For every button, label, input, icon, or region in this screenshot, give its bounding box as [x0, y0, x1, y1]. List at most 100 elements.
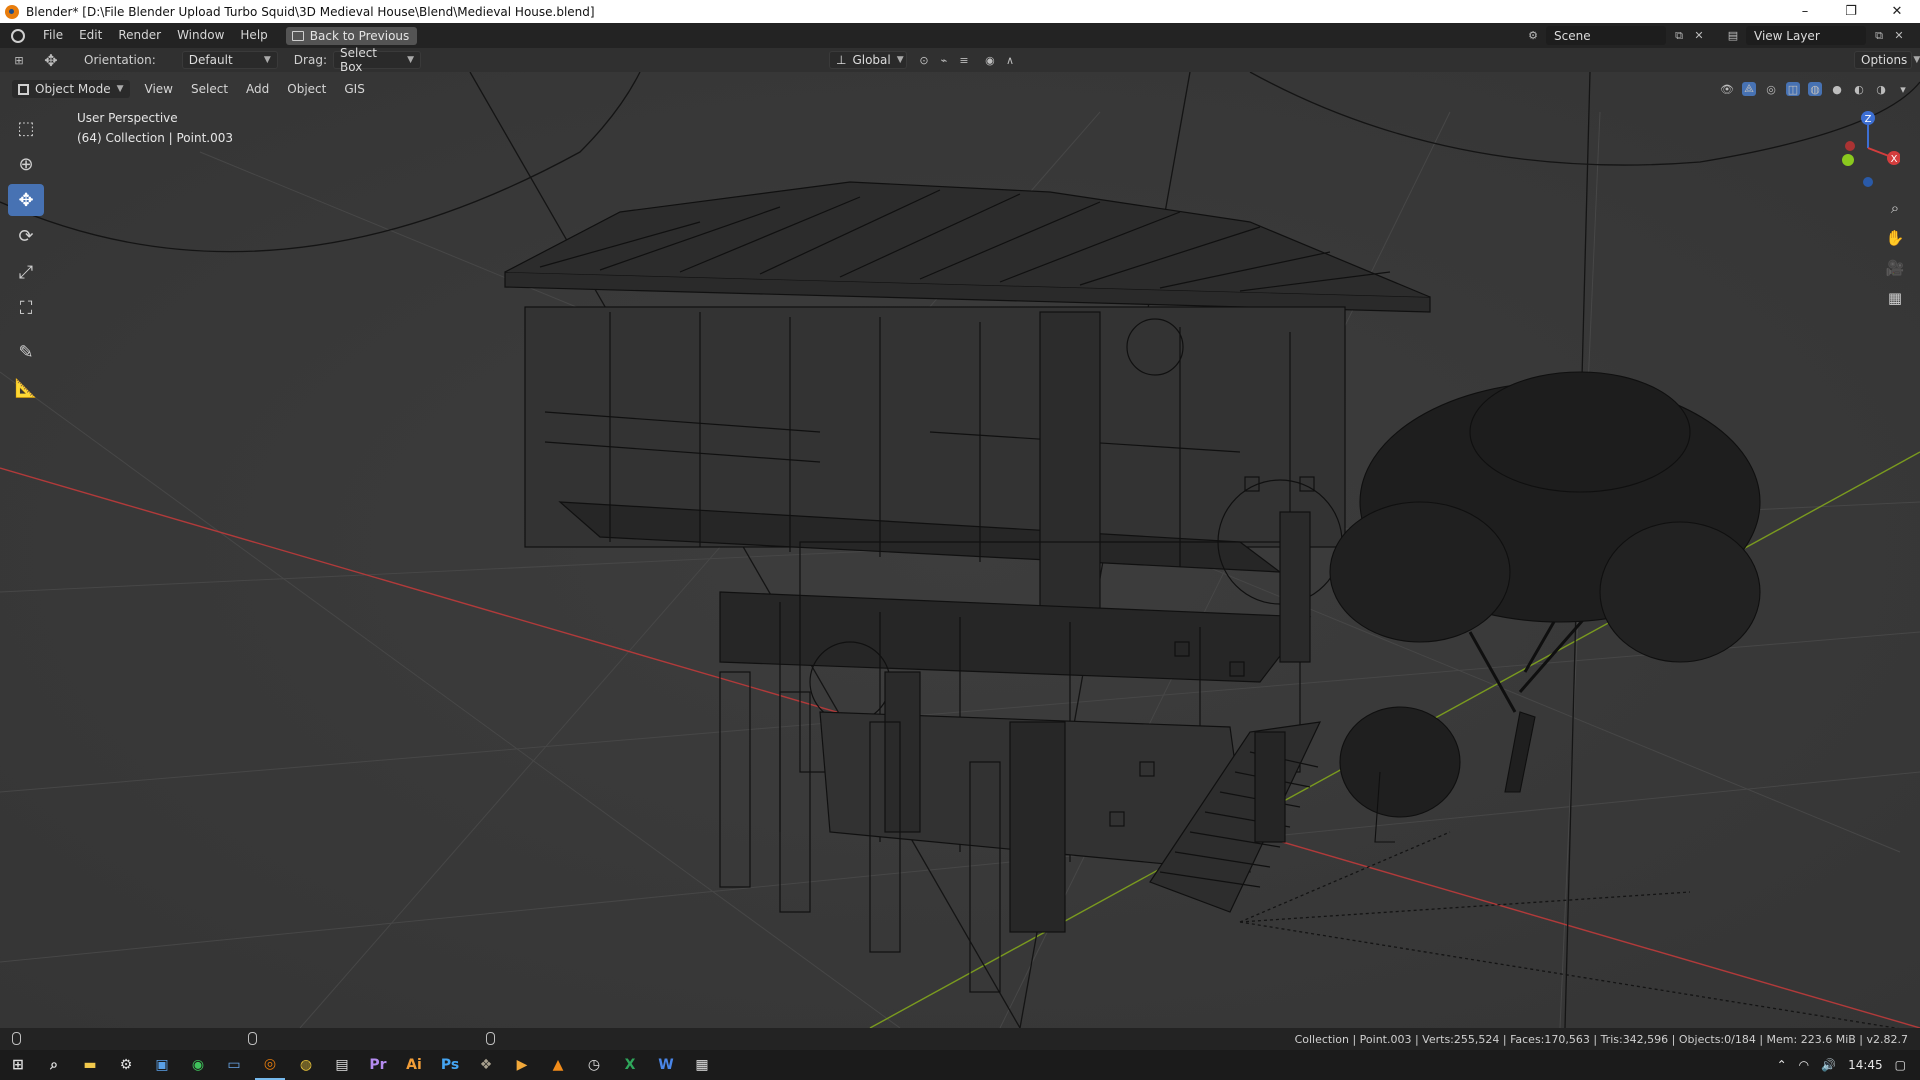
blender-icon[interactable]: ◎	[255, 1050, 285, 1080]
premiere-icon[interactable]: Pr	[363, 1050, 393, 1080]
menu-window[interactable]: Window	[169, 23, 232, 48]
axis-orientation-icon: ⊥	[835, 53, 847, 67]
new-view-layer-icon[interactable]: ⧉	[1872, 29, 1886, 43]
tray-expand-icon[interactable]: ⌃	[1777, 1058, 1787, 1072]
clock-icon[interactable]: ◷	[579, 1050, 609, 1080]
view-layer-field[interactable]: View Layer	[1746, 26, 1866, 45]
word-icon[interactable]: W	[651, 1050, 681, 1080]
start-icon[interactable]: ⊞	[3, 1050, 33, 1080]
menu-file[interactable]: File	[35, 23, 71, 48]
blender-topbar: File Edit Render Window Help Back to Pre…	[0, 23, 1920, 48]
transform-orientation-dropdown[interactable]: ⊥ Global ▼	[828, 51, 907, 69]
menu-help[interactable]: Help	[232, 23, 275, 48]
collection-info-label: (64) Collection | Point.003	[77, 131, 233, 145]
minimize-button[interactable]: –	[1782, 0, 1828, 23]
viewport-shading-controls: 👁 ⟁ ◎ ◫ ◍ ● ◐ ◑ ▾	[1720, 82, 1910, 96]
search-icon[interactable]: ⌕	[39, 1050, 69, 1080]
clock-time[interactable]: 14:45	[1848, 1058, 1883, 1072]
pivot-point-icon[interactable]: ⊙	[917, 53, 931, 67]
rendered-shading-icon[interactable]: ◑	[1874, 82, 1888, 96]
orientation-label: Orientation:	[84, 53, 156, 67]
move-tool[interactable]: ✥	[8, 184, 44, 216]
back-to-previous-button[interactable]: Back to Previous	[285, 26, 418, 45]
blender-app-icon	[5, 4, 19, 19]
mouse-right-icon	[486, 1032, 495, 1045]
taskview-icon[interactable]: ▭	[219, 1050, 249, 1080]
settings-icon[interactable]: ⚙	[111, 1050, 141, 1080]
cursor-tool[interactable]: ⊕	[8, 148, 44, 180]
xray-toggle-icon[interactable]: ◫	[1786, 82, 1800, 96]
rotate-tool[interactable]: ⟳	[8, 220, 44, 252]
proportional-edit-icon[interactable]: ◉	[983, 53, 997, 67]
windows-taskbar: ⊞ ⌕ ▬ ⚙ ▣ ◉ ▭ ◎ ◍ ▤ Pr Ai Ps ❖ ▶ ▲ ◷ X W…	[0, 1050, 1920, 1080]
new-scene-icon[interactable]: ⧉	[1672, 29, 1686, 43]
solid-shading-icon[interactable]: ●	[1830, 82, 1844, 96]
window-title: Blender* [D:\File Blender Upload Turbo S…	[26, 4, 595, 19]
falloff-icon[interactable]: ∧	[1003, 53, 1017, 67]
excel-icon[interactable]: X	[615, 1050, 645, 1080]
snap-icon[interactable]: ⌁	[937, 53, 951, 67]
viewport-menu-add[interactable]: Add	[237, 82, 278, 96]
snap-settings-icon[interactable]: ≡	[957, 53, 971, 67]
transform-tool[interactable]: ⛶	[8, 292, 44, 324]
whatsapp-icon[interactable]: ◉	[183, 1050, 213, 1080]
volume-icon[interactable]: 🔊	[1821, 1058, 1836, 1072]
scale-tool[interactable]: ⤢	[8, 256, 44, 288]
menu-edit[interactable]: Edit	[71, 23, 110, 48]
gizmo-toggle-icon[interactable]: ⟁	[1742, 82, 1756, 96]
options-dropdown[interactable]: Options ▼	[1854, 51, 1920, 69]
editor-type-icon[interactable]: ⊞	[12, 53, 26, 67]
navigation-gizmo[interactable]: Z X	[1820, 108, 1900, 198]
view-layer-icon[interactable]: ▤	[1726, 29, 1740, 43]
notification-icon[interactable]: ▢	[1895, 1058, 1906, 1072]
annotate-tool[interactable]: ✎	[8, 336, 44, 368]
calculator-icon[interactable]: ▣	[147, 1050, 177, 1080]
visibility-icon[interactable]: 👁	[1720, 82, 1734, 96]
object-mode-dropdown[interactable]: Object Mode ▼	[12, 80, 130, 98]
close-button[interactable]: ✕	[1874, 0, 1920, 23]
orientation-dropdown[interactable]: Default ▼	[181, 51, 278, 69]
terminal-icon[interactable]: ▤	[327, 1050, 357, 1080]
delete-view-layer-icon[interactable]: ✕	[1892, 29, 1906, 43]
object-mode-icon	[18, 83, 29, 95]
camera-view-icon[interactable]: 🎥	[1884, 257, 1906, 279]
media-icon[interactable]: ▶	[507, 1050, 537, 1080]
tool-shelf: ⬚ ⊕ ✥ ⟳ ⤢ ⛶ ✎ 📐	[8, 112, 44, 408]
viewport-menu-gis[interactable]: GIS	[335, 82, 373, 96]
material-shading-icon[interactable]: ◐	[1852, 82, 1866, 96]
photoshop-icon[interactable]: Ps	[435, 1050, 465, 1080]
viewport-menu-select[interactable]: Select	[182, 82, 237, 96]
zoom-icon[interactable]: ⌕	[1884, 197, 1906, 219]
z-axis-label: Z	[1865, 114, 1872, 125]
3d-viewport[interactable]: ⬚ ⊕ ✥ ⟳ ⤢ ⛶ ✎ 📐 User Perspective (64) Co…	[0, 72, 1920, 1028]
blender-logo-icon[interactable]	[11, 28, 25, 43]
hand-pan-icon[interactable]: ✋	[1884, 227, 1906, 249]
viewport-menu-object[interactable]: Object	[278, 82, 335, 96]
shading-options-icon[interactable]: ▾	[1896, 82, 1910, 96]
delete-scene-icon[interactable]: ✕	[1692, 29, 1706, 43]
scene-name-field[interactable]: Scene	[1546, 26, 1666, 45]
measure-tool[interactable]: 📐	[8, 372, 44, 404]
scene-icon[interactable]: ⚙	[1526, 29, 1540, 43]
network-app-icon[interactable]: ▦	[687, 1050, 717, 1080]
gimp-icon[interactable]: ❖	[471, 1050, 501, 1080]
wifi-icon[interactable]: ◠	[1799, 1058, 1809, 1072]
transform-orientation-value: Global	[852, 53, 891, 67]
menu-render[interactable]: Render	[110, 23, 169, 48]
file-explorer-icon[interactable]: ▬	[75, 1050, 105, 1080]
maximize-button[interactable]: ❐	[1828, 0, 1874, 23]
select-box-tool[interactable]: ⬚	[8, 112, 44, 144]
chevron-down-icon: ▼	[263, 55, 271, 65]
wireframe-shading-icon[interactable]: ◍	[1808, 82, 1822, 96]
chrome-icon[interactable]: ◍	[291, 1050, 321, 1080]
toolbar-separator	[8, 328, 44, 336]
chevron-down-icon: ▼	[116, 84, 124, 94]
scene-selector: ⚙ Scene ⧉ ✕	[1526, 26, 1706, 45]
chevron-down-icon: ▼	[407, 55, 414, 65]
grid-view-icon[interactable]: ▦	[1884, 287, 1906, 309]
viewport-menu-view[interactable]: View	[136, 82, 182, 96]
vlc-icon[interactable]: ▲	[543, 1050, 573, 1080]
illustrator-icon[interactable]: Ai	[399, 1050, 429, 1080]
overlay-toggle-icon[interactable]: ◎	[1764, 82, 1778, 96]
drag-dropdown[interactable]: Select Box ▼	[332, 46, 421, 74]
